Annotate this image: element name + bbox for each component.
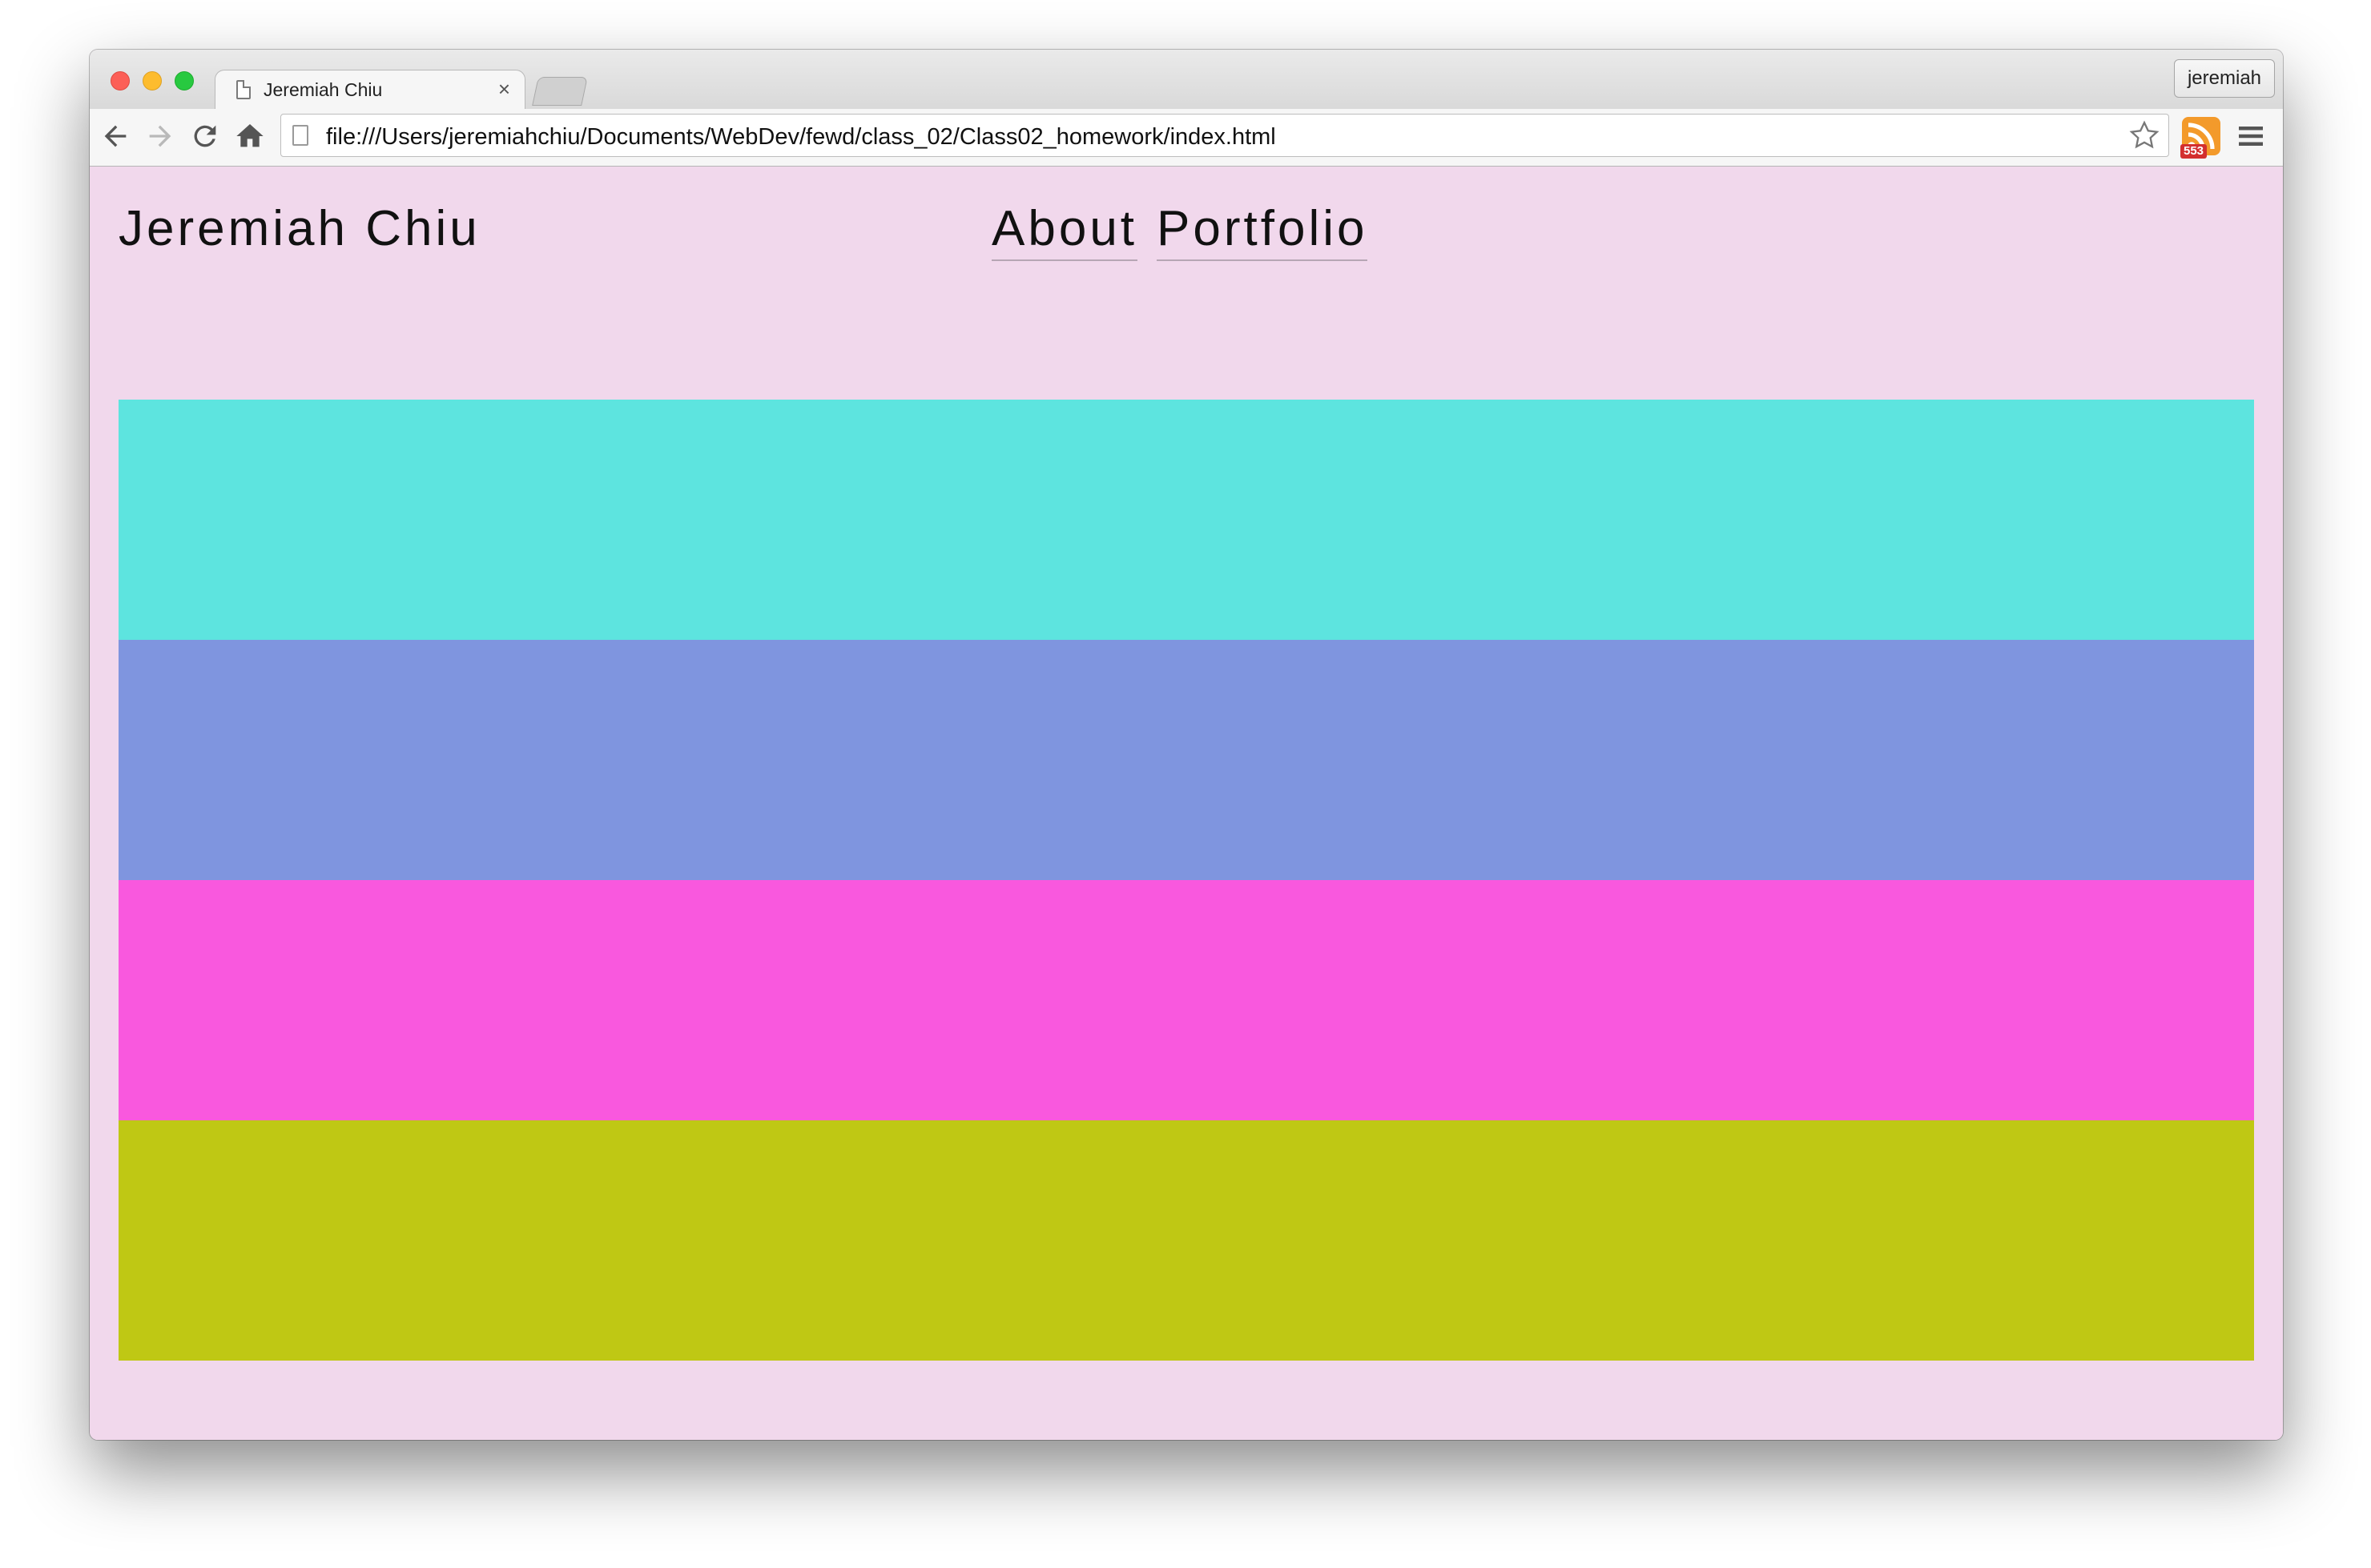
browser-tab[interactable]: Jeremiah Chiu × <box>215 70 525 110</box>
site-title: Jeremiah Chiu <box>119 201 481 256</box>
nav-link-portfolio[interactable]: Portfolio <box>1157 200 1368 261</box>
page-icon <box>236 80 251 99</box>
forward-arrow-icon[interactable] <box>141 117 179 155</box>
site-nav: About Portfolio <box>992 200 1368 261</box>
menu-icon[interactable] <box>2236 122 2265 151</box>
tab-close-icon[interactable]: × <box>498 77 510 101</box>
page-icon <box>292 125 308 146</box>
browser-window: Jeremiah Chiu × jeremiah file:///Users/j… <box>90 50 2283 1440</box>
address-bar[interactable]: file:///Users/jeremiahchiu/Documents/Web… <box>280 114 2169 157</box>
profile-button[interactable]: jeremiah <box>2174 59 2275 98</box>
page-content: Jeremiah Chiu About Portfolio <box>90 167 2283 1440</box>
browser-toolbar: file:///Users/jeremiahchiu/Documents/Web… <box>90 109 2283 167</box>
new-tab-button[interactable] <box>532 77 588 106</box>
zoom-window-button[interactable] <box>175 71 194 90</box>
stripe-magenta <box>119 880 2254 1120</box>
nav-link-about[interactable]: About <box>992 200 1138 261</box>
color-stripes <box>119 400 2254 1361</box>
tab-title: Jeremiah Chiu <box>264 79 383 100</box>
home-icon[interactable] <box>231 117 269 155</box>
stripe-olive <box>119 1120 2254 1361</box>
title-bar: Jeremiah Chiu × jeremiah <box>90 50 2283 110</box>
window-controls <box>111 71 194 90</box>
url-text[interactable]: file:///Users/jeremiahchiu/Documents/Web… <box>326 124 1276 151</box>
extension-badge: 553 <box>2180 144 2208 159</box>
close-window-button[interactable] <box>111 71 130 90</box>
back-arrow-icon[interactable] <box>96 117 135 155</box>
reload-icon[interactable] <box>186 117 224 155</box>
stripe-turquoise <box>119 400 2254 640</box>
minimize-window-button[interactable] <box>143 71 162 90</box>
bookmark-star-icon[interactable] <box>2128 119 2160 151</box>
stripe-periwinkle <box>119 640 2254 880</box>
